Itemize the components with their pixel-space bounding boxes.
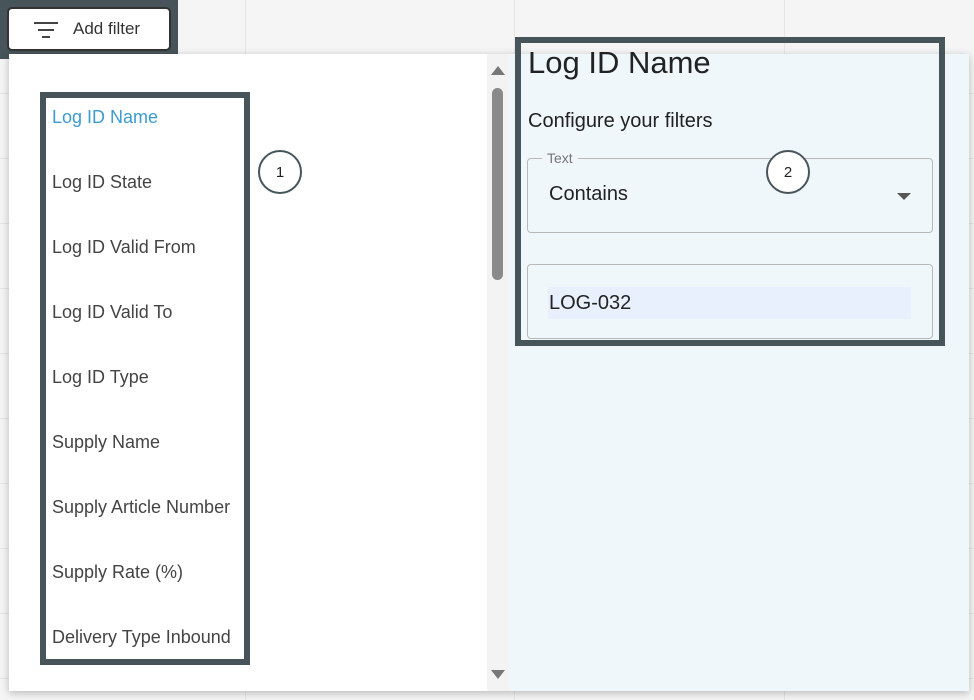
filter-list-icon	[33, 19, 59, 39]
field-item-log-id-name[interactable]: Log ID Name	[52, 107, 158, 128]
field-item-supply-name[interactable]: Supply Name	[52, 432, 160, 453]
field-item-supply-article-number[interactable]: Supply Article Number	[52, 497, 230, 518]
field-item-log-id-valid-from[interactable]: Log ID Valid From	[52, 237, 196, 258]
config-subtitle: Configure your filters	[528, 110, 713, 132]
scrollbar[interactable]	[487, 54, 509, 691]
field-item-log-id-state[interactable]: Log ID State	[52, 172, 152, 193]
filter-value-field	[527, 264, 933, 339]
filter-value-input[interactable]	[548, 287, 911, 319]
add-filter-button[interactable]: Add filter	[7, 7, 171, 51]
field-item-log-id-valid-to[interactable]: Log ID Valid To	[52, 302, 172, 323]
field-list: Log ID Name Log ID State Log ID Valid Fr…	[40, 92, 250, 665]
caret-down-icon	[897, 193, 911, 200]
field-list-pane: Log ID Name Log ID State Log ID Valid Fr…	[9, 54, 487, 691]
callout-marker-2: 2	[766, 150, 810, 194]
scroll-up-arrow-icon[interactable]	[491, 66, 505, 75]
scrollbar-thumb[interactable]	[492, 88, 503, 280]
field-item-log-id-type[interactable]: Log ID Type	[52, 367, 149, 388]
operator-select-legend: Text	[542, 150, 578, 166]
callout-marker-1: 1	[258, 150, 302, 194]
operator-select[interactable]: Text Contains	[527, 150, 933, 233]
filter-config-callout-frame: Log ID Name Configure your filters Text …	[515, 37, 945, 346]
add-filter-label: Add filter	[73, 19, 141, 38]
field-item-supply-rate[interactable]: Supply Rate (%)	[52, 562, 183, 583]
scroll-down-arrow-icon[interactable]	[491, 670, 505, 679]
operator-select-value: Contains	[549, 183, 628, 205]
field-item-delivery-type-inbound[interactable]: Delivery Type Inbound	[52, 627, 231, 648]
add-filter-callout-frame: Add filter	[0, 0, 178, 59]
config-title: Log ID Name	[528, 45, 711, 80]
